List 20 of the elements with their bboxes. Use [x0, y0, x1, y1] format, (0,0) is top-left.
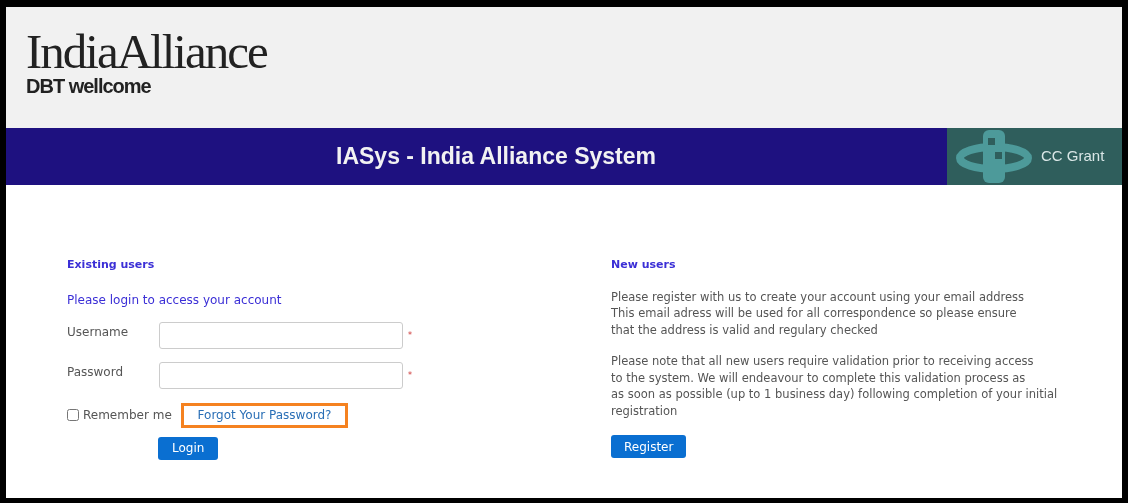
- section-heading: New users: [611, 257, 676, 273]
- info-paragraph: Please register with us to create your account using your email address This email adress will be used for all correspondence so please ensure that the address is valid and regulary checked: [611, 288, 1025, 338]
- banner-side-label: CC Grant: [1041, 146, 1105, 167]
- section-heading: Existing users: [67, 257, 155, 273]
- field-label: Username: [67, 323, 130, 341]
- banner-title: IASys - India Alliance System: [336, 142, 656, 172]
- required-mark: *: [408, 369, 412, 382]
- logo-subtitle: DBT wellcome: [26, 75, 151, 97]
- input-field[interactable]: [159, 361, 403, 389]
- required-mark: *: [408, 329, 412, 342]
- checkbox-label: Remember me: [83, 407, 173, 424]
- forgot-password-link[interactable]: Forgot Your Password?: [197, 406, 332, 424]
- login-intro: Please login to access your account: [67, 291, 282, 309]
- login-button[interactable]: Login: [158, 436, 219, 460]
- input-field[interactable]: [159, 321, 403, 349]
- info-paragraph: Please note that all new users require validation prior to receiving access to the system. We will endeavour to complete this validation process as as soon as possible (up to 1 business day) following completion of your initial registration: [611, 353, 1058, 419]
- logo-title: IndiaAlliance: [26, 29, 267, 75]
- remember-checkbox[interactable]: [67, 409, 79, 421]
- register-button[interactable]: Register: [611, 435, 687, 458]
- field-label: Password: [67, 363, 125, 381]
